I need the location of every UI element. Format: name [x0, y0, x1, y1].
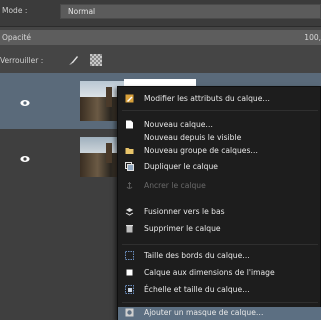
scale-layer-icon [125, 285, 134, 294]
lock-row: Verrouiller : [0, 53, 321, 69]
menu-item-label: Supprimer le calque [144, 224, 221, 233]
layers-dialog: Mode : Normal Opacité 100, Verrouiller : [0, 0, 321, 320]
layer-to-image-size-icon [126, 269, 133, 276]
new-layer-icon [126, 120, 133, 129]
menu-item-delete-layer[interactable]: Supprimer le calque [118, 223, 321, 236]
menu-item-label: Calque aux dimensions de l'image [144, 268, 275, 277]
menu-item-label: Nouveau depuis le visible [144, 133, 242, 142]
layer-context-menu: Modifier les attributs du calque… Nouvea… [117, 86, 321, 320]
menu-separator [122, 110, 318, 111]
mode-row: Mode : Normal [0, 0, 321, 27]
edit-icon [125, 94, 134, 103]
lock-label: Verrouiller : [0, 56, 44, 65]
menu-separator [122, 302, 318, 303]
add-mask-icon [125, 308, 134, 317]
mode-label: Mode : [2, 6, 28, 15]
trash-icon [126, 225, 133, 233]
lock-pixels-icon[interactable] [68, 54, 80, 66]
menu-item-label: Ajouter un masque de calque… [144, 308, 264, 317]
menu-item-label: Échelle et taille du calque… [144, 285, 250, 294]
eye-icon[interactable] [20, 155, 30, 163]
eye-icon[interactable] [20, 99, 30, 107]
menu-item-label: Nouveau calque… [144, 120, 214, 129]
opacity-label: Opacité [2, 33, 32, 42]
menu-item-merge-down[interactable]: Fusionner vers le bas [118, 206, 321, 219]
menu-item-new-from-visible[interactable]: Nouveau depuis le visible [118, 132, 321, 145]
menu-item-edit-attributes[interactable]: Modifier les attributs du calque… [118, 93, 321, 106]
menu-item-layer-boundary-size[interactable]: Taille des bords du calque… [118, 250, 321, 263]
menu-separator [122, 244, 318, 245]
mode-select[interactable]: Normal [60, 4, 321, 19]
menu-item-label: Modifier les attributs du calque… [144, 94, 270, 103]
menu-item-label: Nouveau groupe de calques… [144, 146, 259, 155]
menu-item-new-layer[interactable]: Nouveau calque… [118, 119, 321, 132]
menu-item-label: Dupliquer le calque [144, 162, 218, 171]
menu-item-label: Fusionner vers le bas [144, 207, 225, 216]
merge-down-icon [125, 208, 134, 216]
lock-alpha-icon[interactable] [90, 54, 102, 66]
boundary-size-icon [125, 251, 134, 260]
menu-item-new-layer-group[interactable]: Nouveau groupe de calques… [118, 145, 321, 158]
menu-item-duplicate-layer[interactable]: Dupliquer le calque [118, 161, 321, 174]
opacity-value: 100, [304, 33, 321, 42]
menu-item-anchor-layer[interactable]: Ancrer le calque [118, 180, 321, 193]
duplicate-icon [125, 162, 134, 171]
menu-item-label: Taille des bords du calque… [144, 251, 250, 260]
menu-item-add-layer-mask[interactable]: Ajouter un masque de calque… [118, 307, 321, 320]
opacity-slider[interactable]: Opacité 100, [0, 30, 321, 45]
menu-item-scale-layer[interactable]: Échelle et taille du calque… [118, 284, 321, 297]
menu-item-layer-to-image-size[interactable]: Calque aux dimensions de l'image [118, 267, 321, 280]
anchor-icon [126, 182, 133, 189]
folder-icon [125, 148, 134, 154]
menu-item-label: Ancrer le calque [144, 181, 206, 190]
